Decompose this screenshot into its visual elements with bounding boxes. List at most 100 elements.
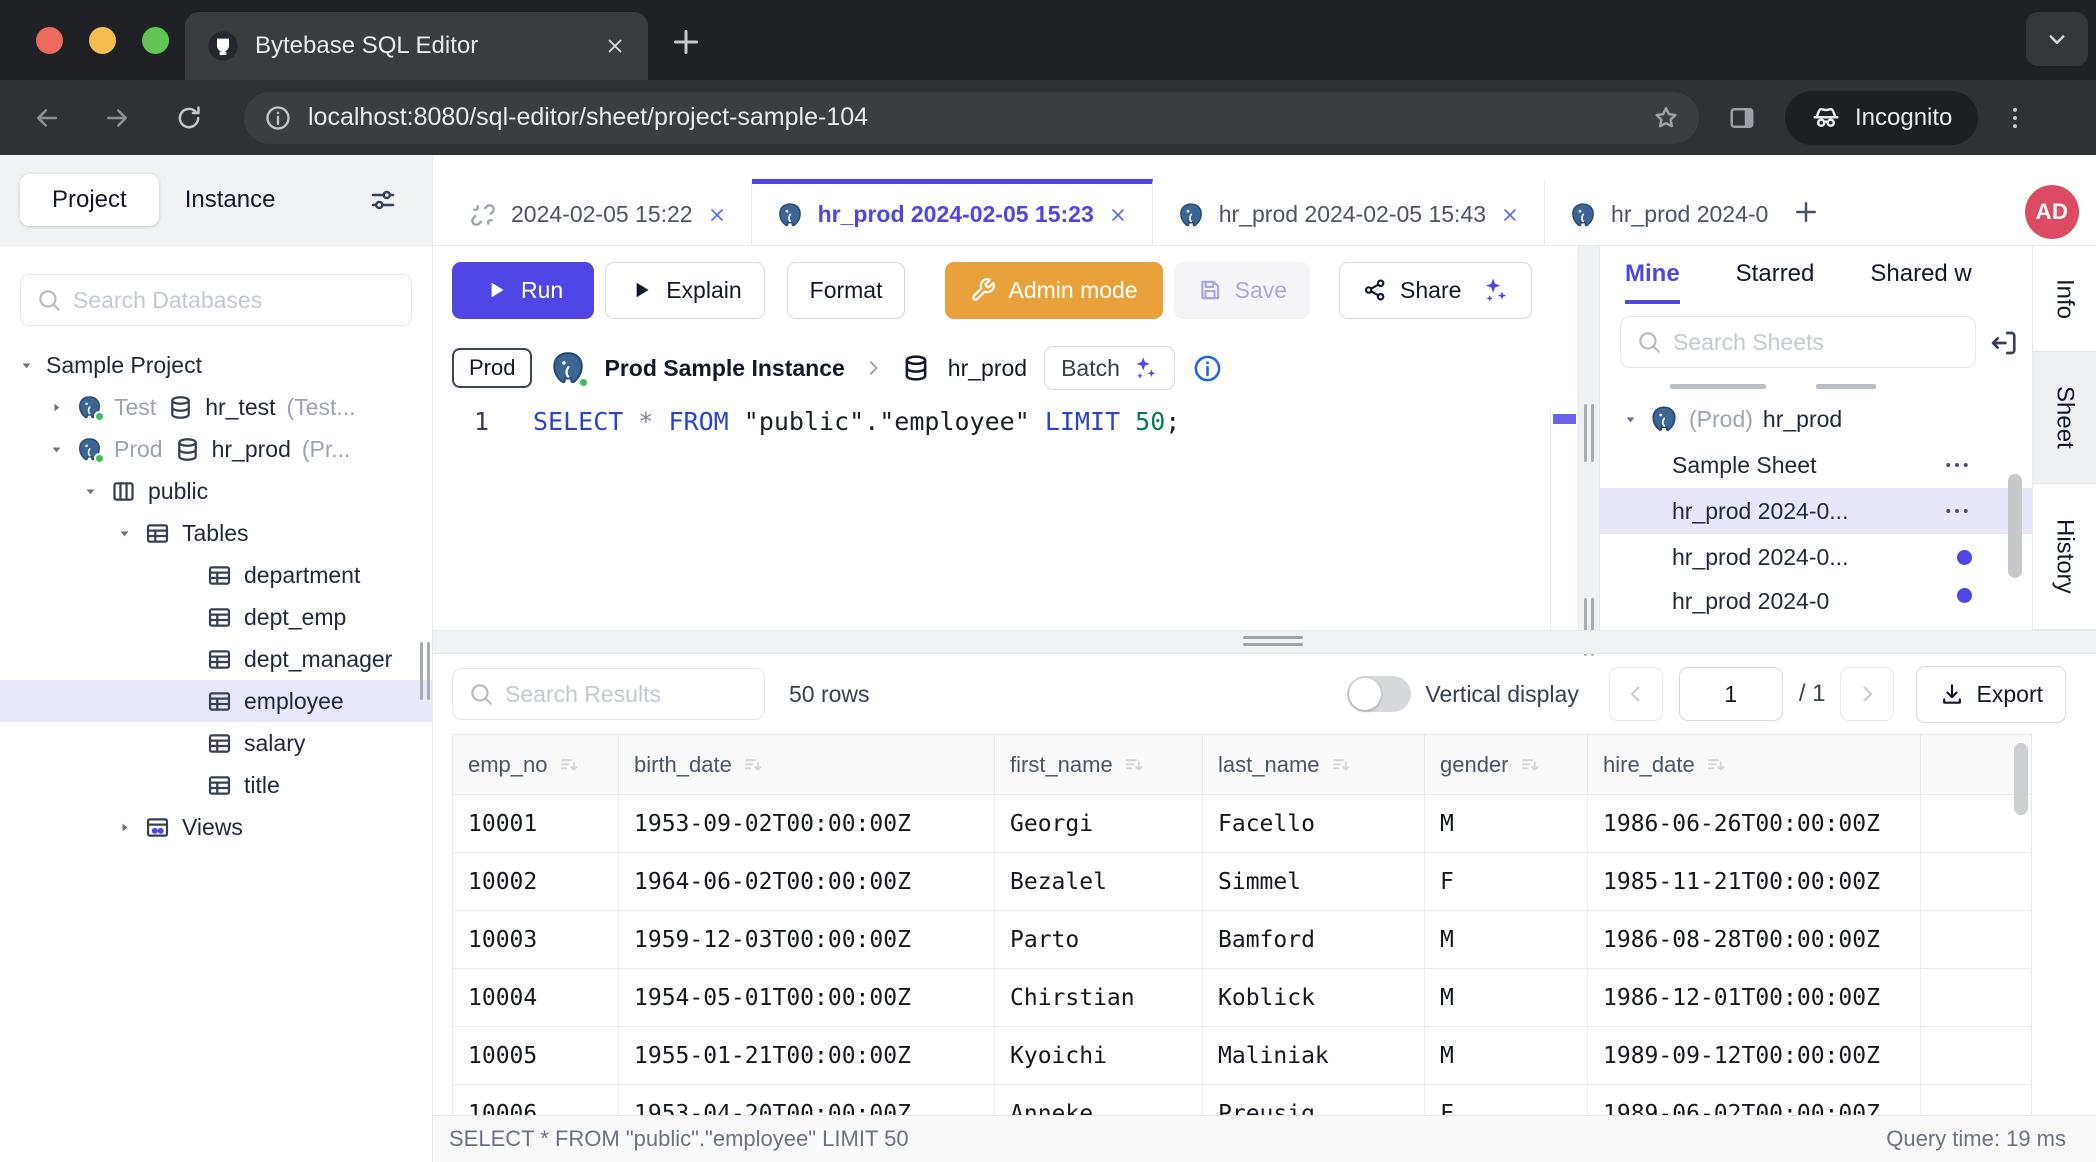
side-tab-sheet[interactable]: Sheet: [2033, 352, 2096, 484]
database-search-input[interactable]: [20, 274, 412, 326]
sheet-scrollbar[interactable]: [2008, 474, 2022, 578]
side-tab-history[interactable]: History: [2033, 484, 2096, 630]
editor-minimap[interactable]: [1550, 409, 1578, 630]
column-header-hire_date[interactable]: hire_date: [1588, 735, 1921, 794]
sheet-item-1[interactable]: Sample Sheet: [1600, 442, 2032, 488]
ellipsis-icon[interactable]: [1942, 450, 1972, 480]
tab-mine[interactable]: Mine: [1625, 260, 1680, 304]
tree-item-sample-project[interactable]: Sample Project: [0, 344, 432, 386]
share-button[interactable]: Share: [1339, 262, 1532, 319]
sheet-item-4[interactable]: hr_prod 2024-0: [1600, 580, 2032, 616]
tree-item-views[interactable]: Views: [0, 806, 432, 848]
tab-starred[interactable]: Starred: [1736, 260, 1815, 300]
editor-tab-2[interactable]: hr_prod 2024-02-05 15:43: [1153, 179, 1545, 245]
browser-menu-icon[interactable]: [2000, 103, 2030, 133]
side-panel-icon[interactable]: [1727, 103, 1757, 133]
reload-icon[interactable]: [174, 103, 204, 133]
tree-item-hr-prod[interactable]: Prodhr_prod(Pr...: [0, 428, 432, 470]
format-button[interactable]: Format: [787, 262, 906, 319]
forward-icon[interactable]: [102, 103, 132, 133]
tree-item-hr-test[interactable]: Testhr_test(Test...: [0, 386, 432, 428]
filter-sliders-icon[interactable]: [368, 185, 398, 215]
explain-button[interactable]: Explain: [605, 262, 764, 319]
close-icon[interactable]: [707, 205, 727, 225]
close-tab-icon[interactable]: [604, 35, 626, 57]
vertical-display-toggle[interactable]: [1347, 676, 1411, 712]
collapse-panel-icon[interactable]: [1988, 327, 2020, 359]
tab-project[interactable]: Project: [20, 174, 159, 226]
export-button[interactable]: Export: [1916, 666, 2066, 723]
site-info-icon[interactable]: [264, 104, 292, 132]
close-icon[interactable]: [1108, 205, 1128, 225]
tab-instance[interactable]: Instance: [159, 174, 302, 226]
editor-tab-1[interactable]: hr_prod 2024-02-05 15:23: [752, 179, 1153, 245]
close-icon[interactable]: [1500, 205, 1520, 225]
run-button[interactable]: Run: [452, 262, 594, 319]
sort-icon[interactable]: [1329, 753, 1353, 777]
info-icon[interactable]: [1192, 353, 1223, 384]
sheet-item-2[interactable]: hr_prod 2024-0...: [1600, 488, 2032, 534]
drag-grip[interactable]: [1243, 636, 1303, 647]
tree-item-salary[interactable]: salary: [0, 722, 432, 764]
table-row[interactable]: 100031959-12-03T00:00:00ZPartoBamfordM19…: [453, 911, 2031, 969]
sheet-item-3[interactable]: hr_prod 2024-0...: [1600, 534, 2032, 580]
caret-right-icon[interactable]: [116, 819, 133, 836]
address-bar[interactable]: localhost:8080/sql-editor/sheet/project-…: [244, 92, 1699, 144]
tree-item-dept-manager[interactable]: dept_manager: [0, 638, 432, 680]
table-row[interactable]: 100061953-04-20T00:00:00ZAnnekePreusigF1…: [453, 1085, 2031, 1115]
column-header-last_name[interactable]: last_name: [1203, 735, 1425, 794]
caret-down-icon[interactable]: [18, 357, 35, 374]
tree-item-tables[interactable]: Tables: [0, 512, 432, 554]
tab-shared[interactable]: Shared w: [1870, 260, 1971, 300]
browser-tab[interactable]: Bytebase SQL Editor: [185, 12, 648, 80]
sparkles-icon[interactable]: [1479, 275, 1509, 305]
sort-icon[interactable]: [1704, 753, 1728, 777]
instance-name[interactable]: Prod Sample Instance: [604, 355, 844, 382]
ellipsis-icon[interactable]: [1942, 496, 1972, 526]
caret-down-icon[interactable]: [1622, 411, 1639, 428]
column-header-gender[interactable]: gender: [1425, 735, 1588, 794]
save-button[interactable]: Save: [1174, 262, 1310, 319]
sheet-item-0[interactable]: (Prod)hr_prod: [1600, 396, 2032, 442]
code-area[interactable]: 1 SELECT * FROM "public"."employee" LIMI…: [433, 407, 1578, 630]
tree-item-employee[interactable]: employee: [0, 680, 432, 722]
tree-item-department[interactable]: department: [0, 554, 432, 596]
results-search-input[interactable]: [452, 668, 765, 720]
editor-tab-3[interactable]: hr_prod 2024-0: [1545, 179, 1775, 245]
avatar[interactable]: AD: [2025, 185, 2079, 239]
close-window-button[interactable]: [36, 27, 63, 54]
admin-mode-button[interactable]: Admin mode: [945, 262, 1162, 319]
sort-icon[interactable]: [557, 753, 581, 777]
column-header-emp_no[interactable]: emp_no: [453, 735, 619, 794]
back-icon[interactable]: [32, 103, 62, 133]
table-row[interactable]: 100021964-06-02T00:00:00ZBezalelSimmelF1…: [453, 853, 2031, 911]
sheet-search-input[interactable]: [1620, 316, 1976, 368]
table-scrollbar[interactable]: [2014, 743, 2028, 815]
caret-right-icon[interactable]: [48, 399, 65, 416]
column-header-birth_date[interactable]: birth_date: [619, 735, 995, 794]
database-name[interactable]: hr_prod: [948, 355, 1027, 382]
table-row[interactable]: 100051955-01-21T00:00:00ZKyoichiMaliniak…: [453, 1027, 2031, 1085]
tree-item-dept-emp[interactable]: dept_emp: [0, 596, 432, 638]
panel-divider-vertical[interactable]: [1578, 246, 1600, 630]
tree-item-public[interactable]: public: [0, 470, 432, 512]
drag-grip[interactable]: [1584, 404, 1594, 462]
table-row[interactable]: 100011953-09-02T00:00:00ZGeorgiFacelloM1…: [453, 795, 2031, 853]
bookmark-star-icon[interactable]: [1651, 103, 1681, 133]
plus-icon[interactable]: [1791, 197, 1821, 227]
prev-page-button[interactable]: [1609, 667, 1663, 721]
minimize-window-button[interactable]: [89, 27, 116, 54]
page-number-input[interactable]: [1679, 667, 1783, 721]
caret-down-icon[interactable]: [48, 441, 65, 458]
table-row[interactable]: 100041954-05-01T00:00:00ZChirstianKoblic…: [453, 969, 2031, 1027]
sort-icon[interactable]: [1122, 753, 1146, 777]
maximize-window-button[interactable]: [142, 27, 169, 54]
caret-down-icon[interactable]: [82, 483, 99, 500]
tab-search-button[interactable]: [2026, 12, 2088, 66]
new-tab-icon[interactable]: [668, 24, 704, 60]
batch-button[interactable]: Batch: [1044, 346, 1175, 390]
panel-divider-horizontal[interactable]: [433, 630, 2096, 654]
editor-tab-0[interactable]: 2024-02-05 15:22: [445, 179, 752, 245]
tree-item-title[interactable]: title: [0, 764, 432, 806]
sort-icon[interactable]: [1518, 753, 1542, 777]
